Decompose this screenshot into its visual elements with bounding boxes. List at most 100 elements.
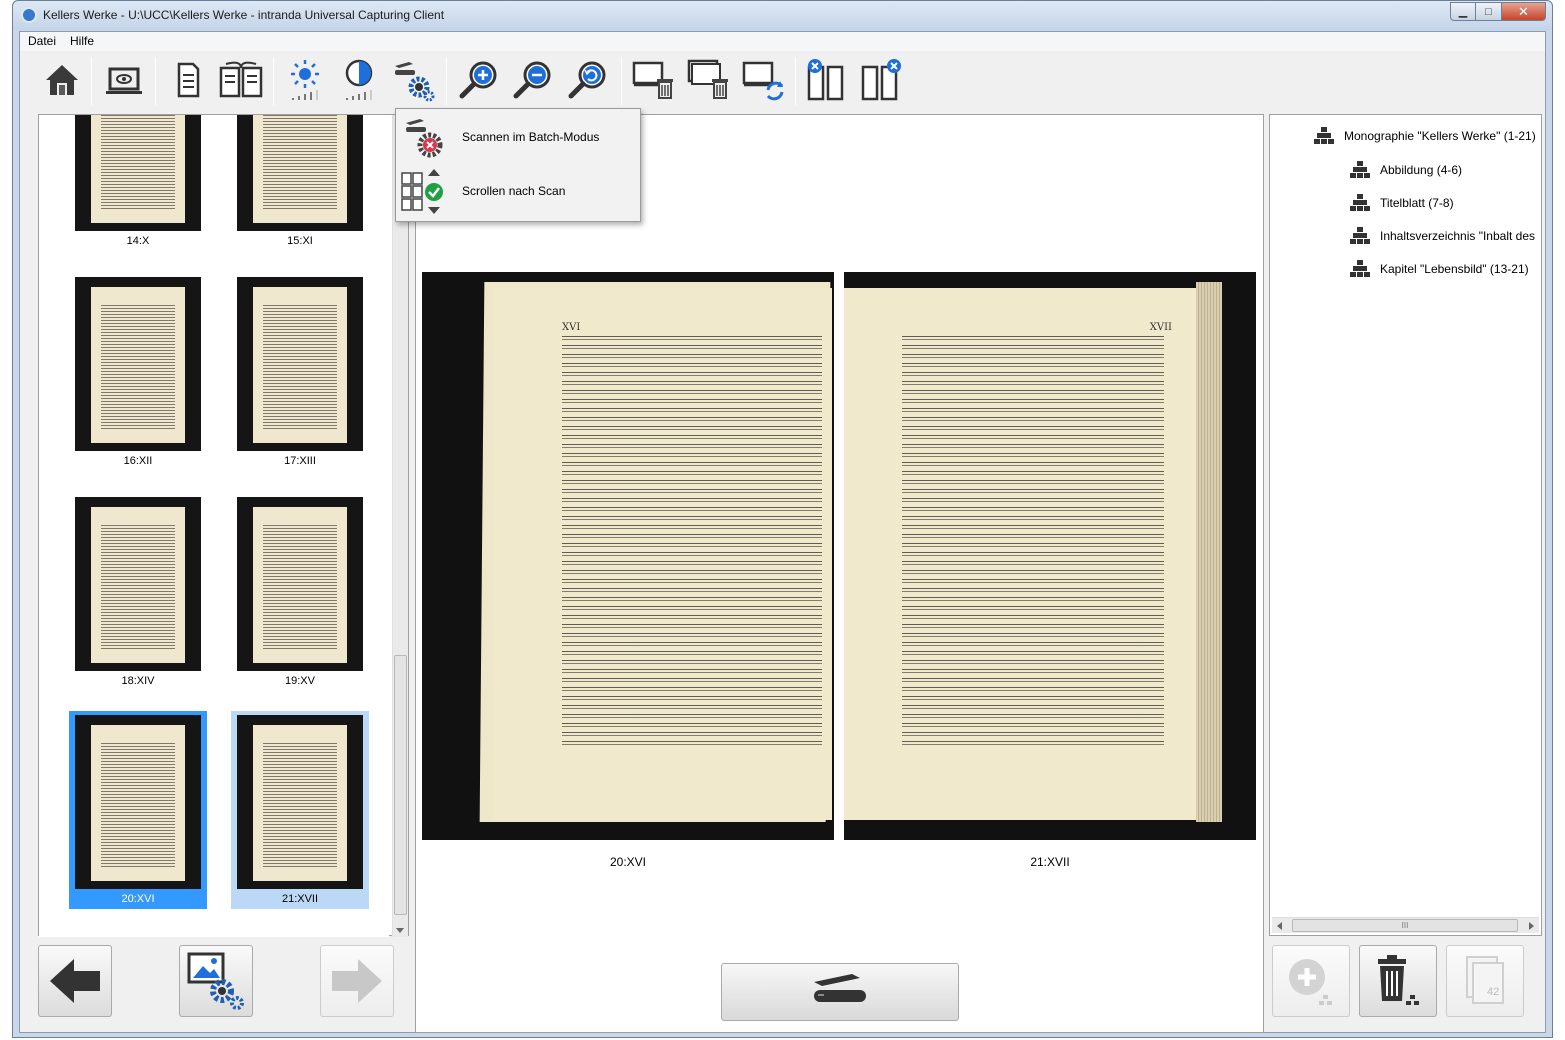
right-page-image[interactable]: XVII [844, 272, 1256, 840]
contrast-icon [345, 59, 373, 100]
single-page-button[interactable] [164, 57, 210, 103]
structure-node-icon [1350, 260, 1370, 278]
home-icon [46, 65, 78, 95]
menu-datei[interactable]: Datei [28, 34, 56, 48]
preview-icon [106, 67, 142, 94]
structure-node-icon [1350, 194, 1370, 212]
popup-scroll-after-scan-label: Scrollen nach Scan [462, 184, 566, 198]
scroll-right-arrow[interactable] [1529, 922, 1534, 930]
contrast-button[interactable] [336, 57, 382, 103]
zoom-out-icon [513, 61, 551, 99]
scroll-down-arrow[interactable] [396, 928, 404, 933]
delete-all-button[interactable] [686, 57, 732, 103]
thumbnail-14[interactable]: 14:X [69, 115, 207, 251]
add-icon [1289, 959, 1332, 1005]
thumbnail-image [75, 497, 201, 671]
left-page-number: XVI [562, 322, 581, 333]
thumbnail-image [75, 115, 201, 231]
scrollbar-thumb[interactable] [394, 655, 407, 915]
add-structure-button[interactable] [1272, 945, 1350, 1017]
menu-bar: Datei Hilfe [20, 32, 1545, 51]
next-button[interactable] [320, 945, 394, 1017]
page-count-icon [1466, 956, 1504, 1004]
structure-node-icon [1350, 161, 1370, 179]
tree-item-titelblatt[interactable]: Titelblatt (7-8) [1350, 194, 1454, 212]
left-page-image[interactable]: XVI [422, 272, 834, 840]
pagination-button[interactable]: 42 [1446, 945, 1524, 1017]
preview-button[interactable] [101, 57, 147, 103]
image-settings-icon [187, 952, 244, 1010]
scroll-left-arrow[interactable] [1277, 922, 1282, 930]
thumbnail-image [237, 115, 363, 231]
thumbnail-label: 21:XVII [281, 893, 319, 905]
thumbnail-label: 19:XV [285, 675, 315, 687]
close-left-page-button[interactable] [804, 57, 850, 103]
tree-item-label: Titelblatt (7-8) [1380, 196, 1454, 210]
popup-batch-mode[interactable]: Scannen im Batch-Modus [396, 111, 640, 163]
thumbnail-label: 20:XVI [121, 893, 155, 905]
thumbnail-panel: 14:X 15:XI 16:XII 17:XIII 18:XIV 19:XV 2… [38, 114, 409, 937]
tree-item-label: Inhaltsverzeichnis "Inbalt des [1380, 229, 1536, 243]
thumbnail-list: 14:X 15:XI 16:XII 17:XIII 18:XIV 19:XV 2… [39, 115, 389, 937]
tree-root[interactable]: Monographie "Kellers Werke" (1-21) [1314, 127, 1536, 145]
scan-button[interactable] [721, 963, 959, 1021]
delete-all-icon [687, 59, 728, 99]
thumbnail-image [75, 277, 201, 451]
hscroll-thumb[interactable]: III [1292, 919, 1518, 932]
thumbnail-21[interactable]: 21:XVII [231, 711, 369, 909]
thumbnail-19[interactable]: 19:XV [231, 493, 369, 691]
title-bar[interactable]: Kellers Werke - U:\UCC\Kellers Werke - i… [13, 1, 1552, 30]
page-count-badge: 42 [1487, 986, 1500, 998]
image-settings-button[interactable] [179, 945, 253, 1017]
scanner-settings-button[interactable] [390, 57, 436, 103]
client-area: Datei Hilfe 14:X 15:XI 16:XII 17:XIII 18… [19, 31, 1546, 1033]
thumbnail-label: 18:XIV [121, 675, 155, 687]
close-right-page-icon [861, 59, 901, 101]
zoom-in-icon [459, 61, 497, 99]
delete-structure-button[interactable] [1359, 945, 1437, 1017]
batch-scan-disabled-icon [400, 113, 448, 161]
tree-item-inhaltsverzeichnis[interactable]: Inhaltsverzeichnis "Inbalt des [1350, 227, 1535, 245]
tree-item-abbildung[interactable]: Abbildung (4-6) [1350, 161, 1462, 179]
structure-hscrollbar[interactable]: III [1272, 917, 1539, 933]
scanner-settings-popup: Scannen im Batch-Modus Scrollen nach Sca… [395, 108, 641, 222]
popup-scroll-after-scan[interactable]: Scrollen nach Scan [396, 165, 640, 217]
scroll-after-scan-enabled-icon [400, 167, 448, 215]
zoom-out-button[interactable] [510, 57, 556, 103]
window-title: Kellers Werke - U:\UCC\Kellers Werke - i… [43, 8, 445, 22]
thumbnail-15[interactable]: 15:XI [231, 115, 369, 251]
zoom-in-button[interactable] [456, 57, 502, 103]
app-window: Kellers Werke - U:\UCC\Kellers Werke - i… [12, 0, 1553, 1038]
tree-item-label: Kapitel "Lebensbild" (13-21) [1380, 262, 1529, 276]
maximize-button[interactable]: □ [1476, 2, 1502, 21]
menu-hilfe[interactable]: Hilfe [70, 34, 94, 48]
toolbar [20, 51, 1545, 109]
brightness-button[interactable] [282, 57, 328, 103]
home-button[interactable] [39, 57, 85, 103]
zoom-reset-icon [568, 61, 606, 99]
close-right-page-button[interactable] [858, 57, 904, 103]
tree-item-label: Abbildung (4-6) [1380, 163, 1463, 177]
rescan-button[interactable] [741, 57, 787, 103]
delete-image-button[interactable] [631, 57, 677, 103]
thumbnail-scrollbar[interactable] [392, 115, 408, 937]
app-logo-icon [21, 7, 37, 23]
thumbnail-20[interactable]: 20:XVI [69, 711, 207, 909]
zoom-reset-button[interactable] [565, 57, 611, 103]
thumbnail-image [237, 715, 363, 889]
right-page-label: 21:XVII [1030, 855, 1070, 869]
double-page-button[interactable] [218, 57, 264, 103]
thumbnail-16[interactable]: 16:XII [69, 273, 207, 471]
close-button[interactable]: ✕ [1502, 2, 1546, 21]
arrow-left-icon [50, 959, 100, 1003]
scanner-settings-icon [395, 62, 435, 102]
thumbnail-image [75, 715, 201, 889]
minimize-button[interactable]: ▁ [1450, 2, 1476, 21]
previous-button[interactable] [38, 945, 112, 1017]
thumbnail-image [237, 277, 363, 451]
thumbnail-17[interactable]: 17:XIII [231, 273, 369, 471]
trash-icon [1378, 955, 1419, 1005]
thumbnail-18[interactable]: 18:XIV [69, 493, 207, 691]
tree-item-kapitel[interactable]: Kapitel "Lebensbild" (13-21) [1350, 260, 1529, 278]
structure-node-icon [1314, 127, 1334, 145]
